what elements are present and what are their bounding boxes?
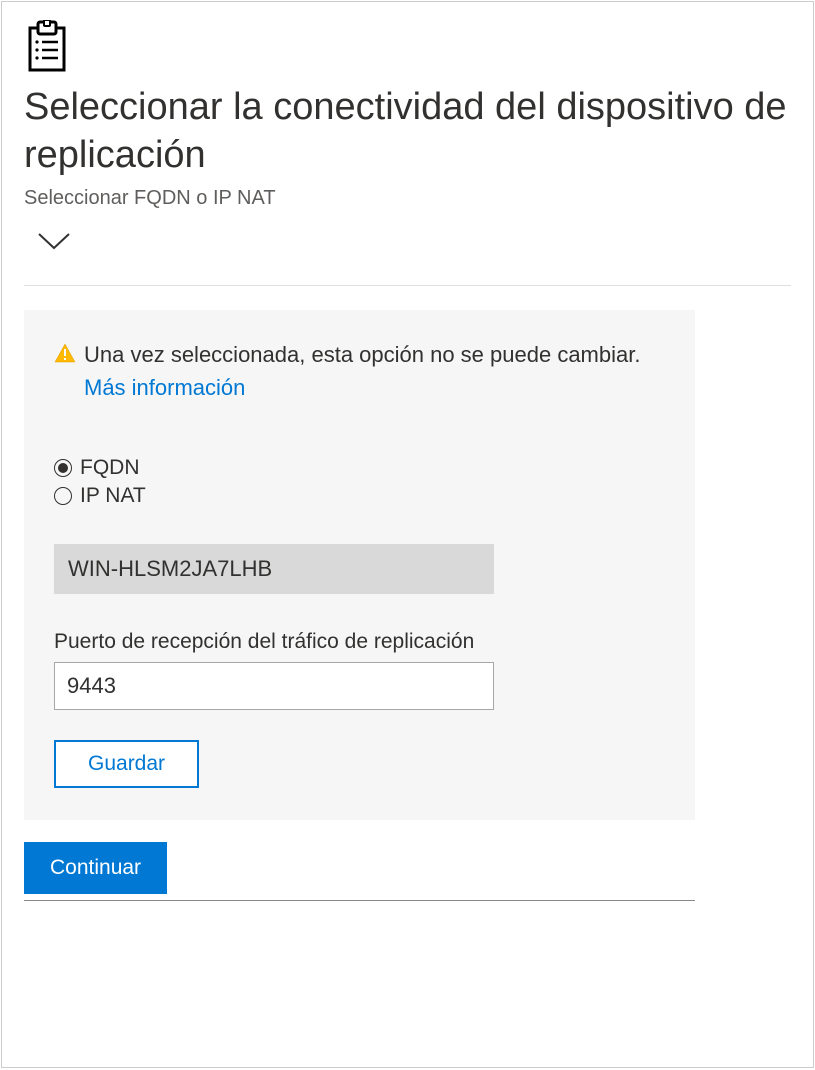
port-field-label: Puerto de recepción del tráfico de repli… (54, 630, 665, 654)
hostname-display: WIN-HLSM2JA7LHB (54, 544, 494, 594)
expand-chevron[interactable] (36, 230, 791, 257)
page-title: Seleccionar la conectividad del disposit… (24, 84, 791, 179)
warning-icon (54, 342, 76, 369)
clipboard-icon (24, 20, 72, 76)
port-input[interactable] (54, 662, 494, 710)
warning-message: Una vez seleccionada, esta opción no se … (54, 338, 665, 404)
bottom-divider (24, 900, 695, 901)
form-section: Una vez seleccionada, esta opción no se … (24, 310, 695, 820)
warning-text: Una vez seleccionada, esta opción no se … (84, 338, 665, 404)
chevron-down-icon (36, 230, 72, 252)
more-info-link[interactable]: Más información (84, 375, 245, 400)
page-subtitle: Seleccionar FQDN o IP NAT (24, 187, 791, 210)
continue-button[interactable]: Continuar (24, 842, 167, 894)
radio-button-icon (54, 487, 72, 505)
radio-label: FQDN (80, 456, 140, 480)
radio-button-icon (54, 459, 72, 477)
warning-body: Una vez seleccionada, esta opción no se … (84, 342, 640, 367)
connectivity-radio-group: FQDN IP NAT (54, 456, 665, 508)
save-button[interactable]: Guardar (54, 740, 199, 788)
radio-label: IP NAT (80, 484, 146, 508)
radio-ip-nat[interactable]: IP NAT (54, 484, 665, 508)
divider (24, 285, 791, 286)
radio-fqdn[interactable]: FQDN (54, 456, 665, 480)
blade-panel: Seleccionar la conectividad del disposit… (1, 1, 814, 1068)
